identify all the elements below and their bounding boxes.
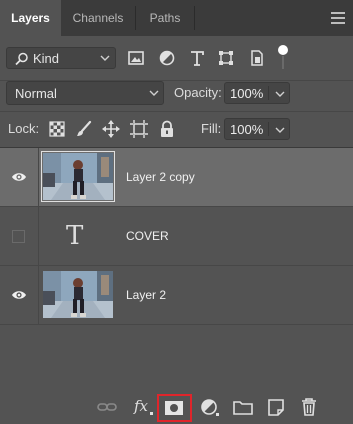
adjustment-layer-icon[interactable] xyxy=(200,398,220,416)
lock-label: Lock: xyxy=(8,121,40,136)
layer-name[interactable]: COVER xyxy=(126,229,169,243)
chevron-down-icon xyxy=(100,55,110,61)
new-layer-icon[interactable] xyxy=(266,398,286,416)
lock-all-icon[interactable] xyxy=(158,120,176,138)
layers-panel: Layers Channels Paths Kind Normal Opacit… xyxy=(0,0,353,424)
layer-thumbnail[interactable] xyxy=(43,271,113,318)
field-divider xyxy=(268,122,269,136)
text-layer-icon[interactable]: T xyxy=(66,221,83,251)
layer-row[interactable]: Layer 2 copy xyxy=(0,148,353,207)
smart-object-filter-icon[interactable] xyxy=(247,48,267,68)
visibility-cell[interactable] xyxy=(0,266,39,324)
opacity-value: 100% xyxy=(230,86,264,101)
chevron-down-icon xyxy=(149,90,159,96)
layer-thumbnail[interactable] xyxy=(41,151,115,202)
lock-image-pixels-icon[interactable] xyxy=(75,120,93,138)
add-mask-icon[interactable] xyxy=(164,399,184,417)
chevron-down-icon[interactable] xyxy=(275,91,285,98)
tab-channels[interactable]: Channels xyxy=(61,0,135,36)
filter-kind-label: Kind xyxy=(33,51,60,66)
tab-divider xyxy=(194,6,195,30)
link-layers-icon[interactable] xyxy=(97,398,117,416)
lock-row: Lock: Fill: 100% xyxy=(0,111,353,148)
search-icon xyxy=(15,52,28,66)
type-filter-icon[interactable] xyxy=(187,48,207,68)
adjustment-filter-icon[interactable] xyxy=(157,48,177,68)
delete-layer-icon[interactable] xyxy=(299,398,319,416)
photo-thumbnail-image xyxy=(43,153,113,200)
fill-value: 100% xyxy=(230,122,264,137)
image-filter-icon[interactable] xyxy=(126,48,146,68)
panel-tab-bar: Layers Channels Paths xyxy=(0,0,353,36)
fx-icon[interactable]: fx xyxy=(134,397,148,415)
tab-layers[interactable]: Layers xyxy=(0,0,61,36)
photo-thumbnail-image xyxy=(43,271,113,318)
opacity-field[interactable]: 100% xyxy=(224,82,290,104)
filter-toggle-icon[interactable] xyxy=(278,45,288,55)
layer-name[interactable]: Layer 2 xyxy=(126,288,166,302)
lock-position-icon[interactable] xyxy=(102,120,120,138)
visibility-cell[interactable] xyxy=(0,148,39,206)
shape-filter-icon[interactable] xyxy=(216,48,236,68)
tab-paths[interactable]: Paths xyxy=(136,0,194,36)
eye-icon[interactable] xyxy=(11,289,27,301)
opacity-label: Opacity: xyxy=(174,85,222,100)
layer-row[interactable]: Layer 2 xyxy=(0,266,353,325)
layer-row[interactable]: T COVER xyxy=(0,207,353,266)
filter-row: Kind xyxy=(0,36,353,81)
filter-toggle-track xyxy=(282,56,284,69)
lock-transparent-pixels-icon[interactable] xyxy=(48,120,66,138)
blend-row: Normal Opacity: 100% xyxy=(0,80,353,112)
panel-menu-icon[interactable] xyxy=(331,12,345,24)
chevron-down-icon[interactable] xyxy=(275,127,285,134)
fill-field[interactable]: 100% xyxy=(224,118,290,140)
layers-list: Layer 2 copy T COVER Layer 2 xyxy=(0,148,353,388)
visibility-cell[interactable] xyxy=(0,207,39,265)
visibility-off-box[interactable] xyxy=(12,230,25,243)
new-group-icon[interactable] xyxy=(233,398,253,416)
fx-menu-dot xyxy=(150,412,153,415)
eye-icon[interactable] xyxy=(11,171,27,183)
field-divider xyxy=(268,86,269,100)
tab-divider xyxy=(135,6,136,30)
layer-name[interactable]: Layer 2 copy xyxy=(126,170,195,184)
lock-artboard-icon[interactable] xyxy=(130,120,148,138)
blend-mode-value: Normal xyxy=(15,86,57,101)
filter-kind-select[interactable]: Kind xyxy=(6,47,116,69)
fill-label: Fill: xyxy=(201,121,222,136)
blend-mode-select[interactable]: Normal xyxy=(6,81,164,105)
layers-bottom-toolbar: fx xyxy=(0,388,353,424)
